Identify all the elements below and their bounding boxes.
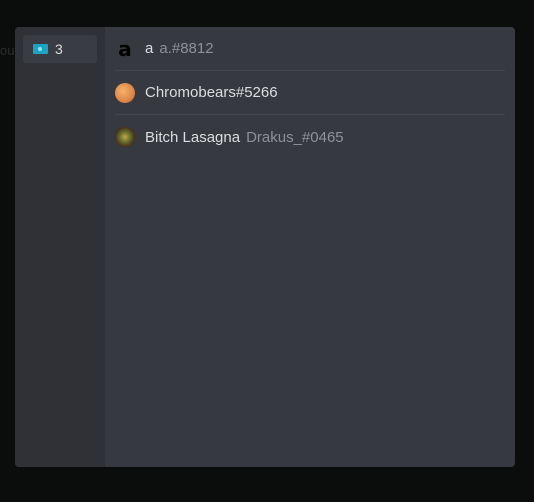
mutual-servers-popout: 3 a a a.#8812 Chromobears#5266 Bitch Las… [15, 27, 515, 467]
user-display-name: Chromobears#5266 [145, 84, 278, 101]
user-tag: Drakus_#0465 [246, 128, 344, 146]
popout-sidebar: 3 [15, 27, 105, 467]
letter-a-avatar: a [115, 38, 135, 59]
sidebar-tab-server[interactable]: 3 [23, 35, 97, 63]
user-display-name: a [145, 40, 154, 57]
member-count: 3 [55, 41, 63, 57]
server-flag-icon [33, 44, 48, 54]
user-list: a a a.#8812 Chromobears#5266 Bitch Lasag… [105, 27, 515, 467]
orange-avatar [115, 82, 135, 103]
user-row-chromobears[interactable]: Chromobears#5266 [115, 71, 505, 115]
user-row-a[interactable]: a a a.#8812 [115, 27, 505, 71]
character-avatar [115, 127, 135, 147]
background-text-fragment: ou [0, 43, 15, 58]
user-display-name: Bitch Lasagna [145, 128, 241, 146]
user-row-bitch-lasagna[interactable]: Bitch Lasagna Drakus_#0465 [115, 115, 505, 159]
user-tag: a.#8812 [159, 40, 214, 57]
